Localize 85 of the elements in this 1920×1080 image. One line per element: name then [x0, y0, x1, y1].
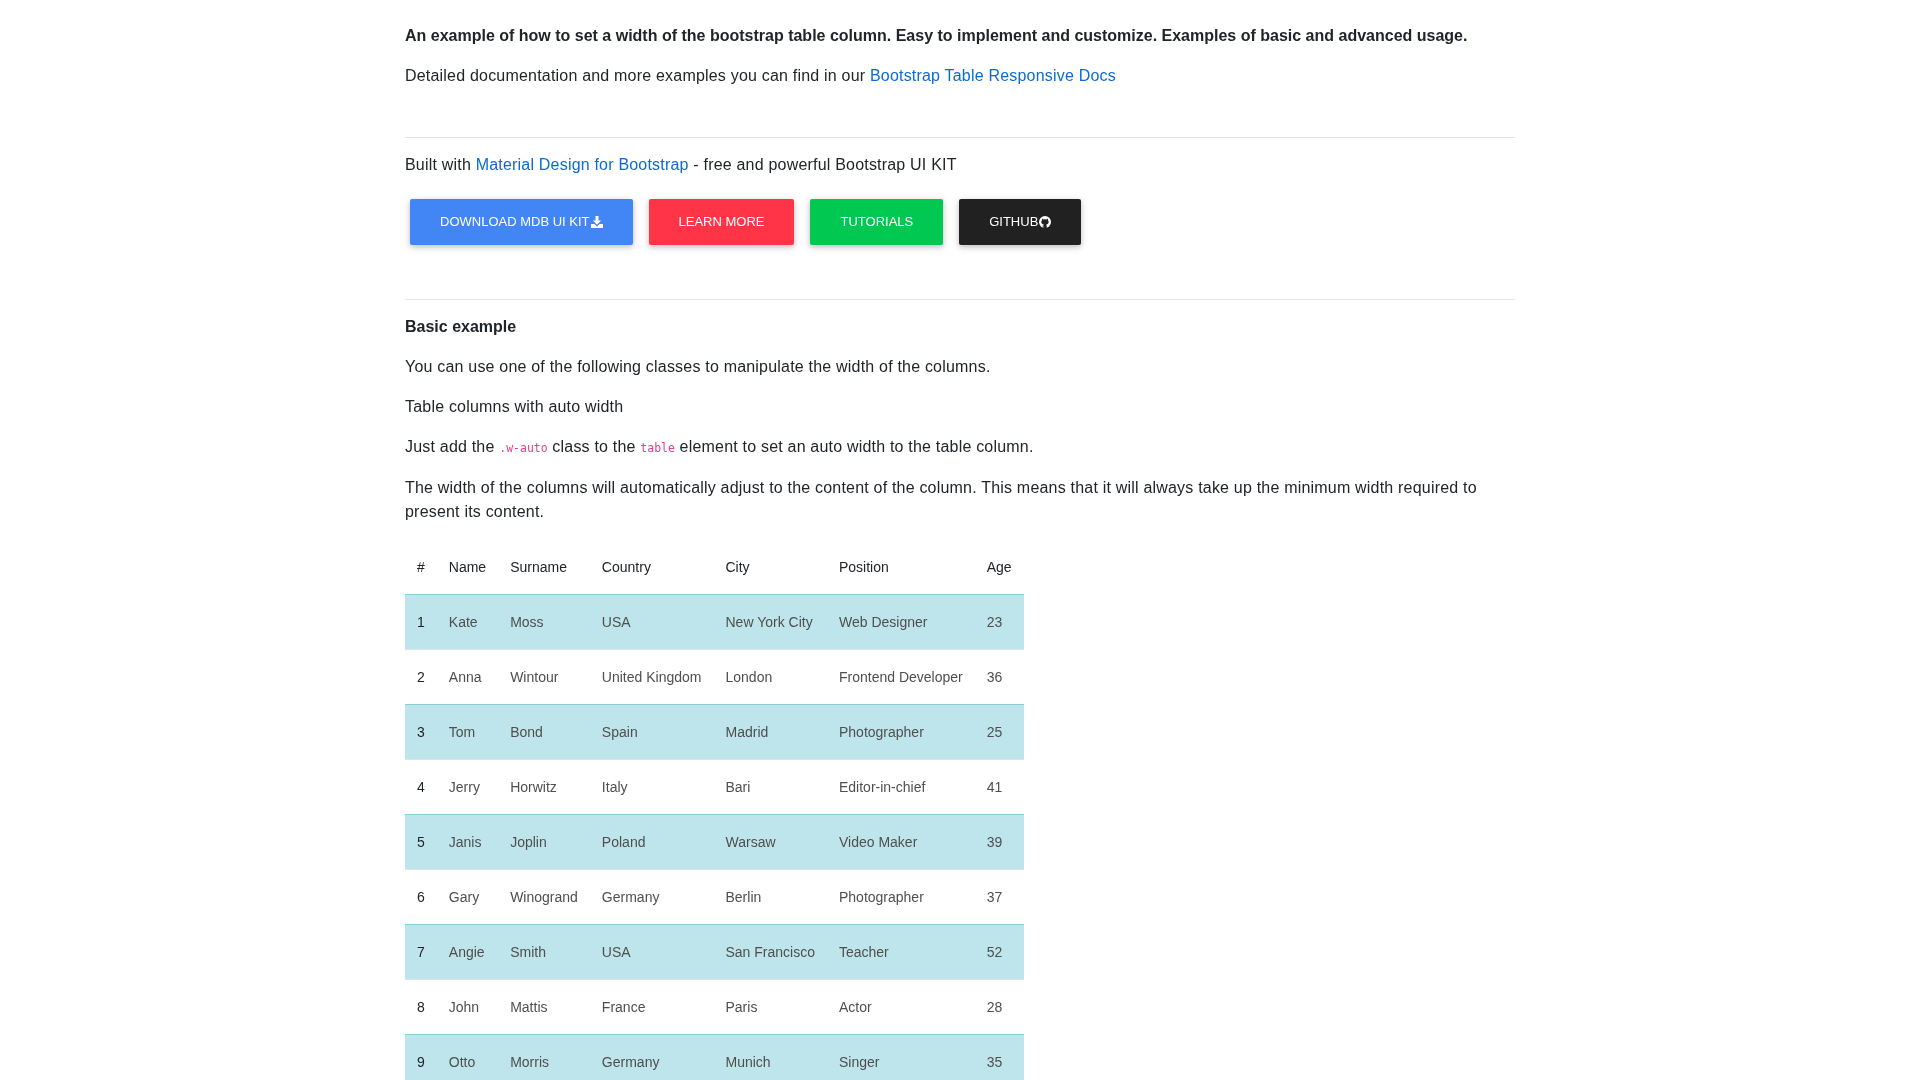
table-cell: 6: [405, 869, 437, 925]
table-cell: Wintour: [498, 649, 590, 705]
table-cell: Video Maker: [826, 814, 975, 870]
table-cell: Photographer: [826, 869, 975, 925]
table-cell: Teacher: [826, 924, 975, 980]
text-link[interactable]: Material Design for Bootstrap: [475, 156, 689, 173]
table-cell: 1: [405, 594, 437, 650]
section-heading: Basic example: [405, 317, 518, 337]
table-cell: Anna: [436, 649, 499, 705]
table-cell: Warsaw: [713, 814, 827, 870]
paragraph-text: Detailed documentation and more examples you can find in our Bootstrap Table Responsive Docs: [405, 66, 1117, 86]
table-cell: 5: [405, 814, 437, 870]
lead-text: An example of how to set a width of the bootstrap table column. Easy to implement and customize. Examples of basic and advanced usage.: [405, 26, 1469, 46]
table-cell: Horwitz: [498, 759, 590, 815]
column-header: Position: [826, 540, 975, 595]
table-cell: Frontend Developer: [826, 649, 975, 705]
table-cell: 8: [405, 979, 437, 1035]
table-cell: Editor-in-chief: [826, 759, 975, 815]
table-cell: 9: [405, 1034, 437, 1080]
table-cell: 39: [974, 814, 1024, 870]
table-cell: Singer: [826, 1034, 975, 1080]
table-cell: Joplin: [498, 814, 590, 870]
table-cell: 2: [405, 649, 437, 705]
table-cell: Otto: [436, 1034, 499, 1080]
table-cell: 41: [974, 759, 1024, 815]
table-cell: France: [589, 979, 714, 1035]
table-cell: Paris: [713, 979, 827, 1035]
table-cell: Moss: [498, 594, 590, 650]
action-button[interactable]: DOWNLOAD MDB UI KIT: [410, 199, 633, 245]
column-header: Country: [589, 540, 714, 595]
column-header: #: [405, 540, 437, 595]
table-cell: Germany: [589, 869, 714, 925]
table-cell: USA: [589, 594, 714, 650]
paragraph-text: The width of the columns will automatically adjust to the content of the column. This means that it will always take up the minimum width required to present its content.: [405, 478, 1478, 522]
paragraph-text: Just add the .w-auto class to the table element to set an auto width to the table column.: [405, 437, 1035, 457]
table-cell: Bari: [713, 759, 827, 815]
table-cell: John: [436, 979, 499, 1035]
table-cell: New York City: [713, 594, 827, 650]
table-cell: Gary: [436, 869, 499, 925]
table-cell: Italy: [589, 759, 714, 815]
column-header: Surname: [498, 540, 590, 595]
action-button[interactable]: LEARN MORE: [648, 199, 795, 245]
table-cell: Smith: [498, 924, 590, 980]
table-cell: USA: [589, 924, 714, 980]
table-cell: Mattis: [498, 979, 590, 1035]
table-cell: Germany: [589, 1034, 714, 1080]
table-cell: Web Designer: [826, 594, 975, 650]
table-cell: Jerry: [436, 759, 499, 815]
column-header: City: [713, 540, 827, 595]
table-cell: 23: [974, 594, 1024, 650]
table-cell: Spain: [589, 704, 714, 760]
table-cell: 4: [405, 759, 437, 815]
table-cell: Photographer: [826, 704, 975, 760]
table-cell: Janis: [436, 814, 499, 870]
table-cell: Actor: [826, 979, 975, 1035]
table-cell: 52: [974, 924, 1024, 980]
text-link[interactable]: Bootstrap Table Responsive Docs: [869, 67, 1116, 84]
table-cell: Berlin: [713, 869, 827, 925]
download-icon: [590, 216, 603, 228]
table-cell: Angie: [436, 924, 499, 980]
table-cell: 3: [405, 704, 437, 760]
table-cell: 28: [974, 979, 1024, 1035]
table-cell: United Kingdom: [589, 649, 714, 705]
paragraph-text: Built with Material Design for Bootstrap - free and powerful Bootstrap UI KIT: [405, 155, 958, 175]
table-cell: 35: [974, 1034, 1024, 1080]
paragraph-text: You can use one of the following classes to manipulate the width of the columns.: [405, 357, 992, 377]
table-cell: 36: [974, 649, 1024, 705]
cat-icon: [1039, 216, 1052, 228]
table-cell: London: [713, 649, 827, 705]
table-cell: Munich: [713, 1034, 827, 1080]
table-cell: Bond: [498, 704, 590, 760]
table-cell: Poland: [589, 814, 714, 870]
table-cell: Winogrand: [498, 869, 590, 925]
table-cell: Kate: [436, 594, 499, 650]
table-cell: 25: [974, 704, 1024, 760]
table-cell: San Francisco: [713, 924, 827, 980]
column-header: Age: [974, 540, 1024, 595]
action-button[interactable]: GITHUB: [959, 199, 1082, 245]
table-cell: 7: [405, 924, 437, 980]
paragraph-text: Table columns with auto width: [405, 397, 625, 417]
column-header: Name: [436, 540, 499, 595]
table-cell: Tom: [436, 704, 499, 760]
table-cell: Morris: [498, 1034, 590, 1080]
table-cell: 37: [974, 869, 1024, 925]
table-cell: Madrid: [713, 704, 827, 760]
